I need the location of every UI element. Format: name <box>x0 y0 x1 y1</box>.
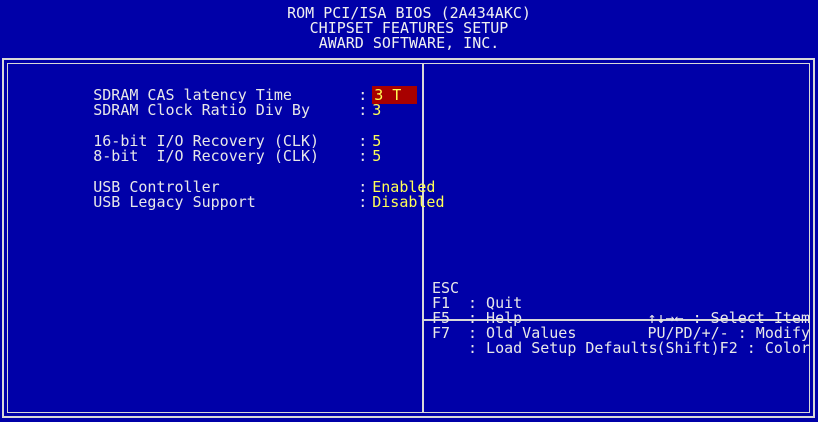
setting-8bit-io-recovery[interactable]: 8-bit I/O Recovery (CLK):5 <box>21 134 416 164</box>
key-help-panel: ESC : Quit ↑↓→← : Select Item F1 : Help … <box>432 266 810 356</box>
setup-frame: SDRAM CAS latency Time:3 T SDRAM Clock R… <box>2 58 815 418</box>
key-hint-right: (Shift)F2 : Color <box>656 339 810 357</box>
settings-panel: SDRAM CAS latency Time:3 T SDRAM Clock R… <box>21 73 445 210</box>
setting-label: USB Legacy Support <box>93 193 256 211</box>
setting-value[interactable]: Disabled <box>372 193 444 211</box>
setup-frame-inner: SDRAM CAS latency Time:3 T SDRAM Clock R… <box>7 63 810 413</box>
setting-sdram-cas-latency[interactable]: SDRAM CAS latency Time:3 T <box>21 73 418 104</box>
help-row-esc: ESC : Quit ↑↓→← : Select Item <box>432 266 810 326</box>
setting-usb-legacy-support[interactable]: USB Legacy Support: Disabled <box>21 180 444 210</box>
vendor-name: AWARD SOFTWARE, INC. <box>318 34 500 52</box>
setting-usb-controller[interactable]: USB Controller: Enabled <box>21 165 435 195</box>
help-row-f7: F7 : Load Setup Defaults <box>432 311 810 356</box>
help-row-f5: F5 : Old Values (Shift)F2 : Color <box>432 296 810 356</box>
help-row-f1: F1 : Help PU/PD/+/- : Modify <box>432 281 810 341</box>
key-f7: F7 <box>432 324 451 342</box>
bios-header: ROM PCI/ISA BIOS (2A434AKC) CHIPSET FEAT… <box>0 0 818 58</box>
setting-16bit-io-recovery[interactable]: 16-bit I/O Recovery (CLK):5 <box>21 119 416 149</box>
key-desc: : Load Setup Defaults <box>468 339 658 357</box>
vertical-divider <box>422 64 424 412</box>
setting-sdram-clock-ratio[interactable]: SDRAM Clock Ratio Div By:3 <box>21 88 416 118</box>
